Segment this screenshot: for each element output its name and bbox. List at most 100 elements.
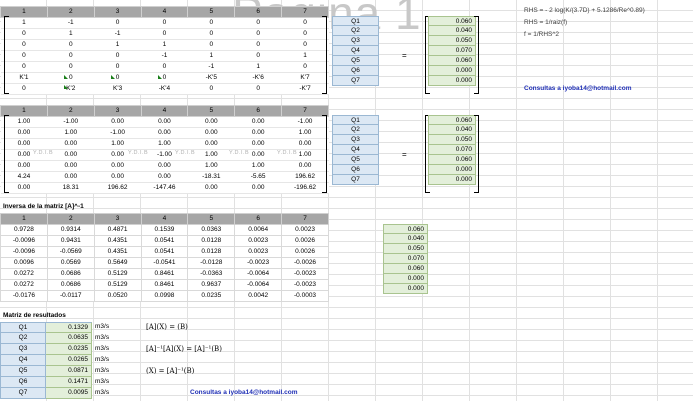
column-header[interactable]: 5: [187, 213, 236, 225]
column-header[interactable]: 3: [93, 213, 142, 225]
q-label-cell[interactable]: Q2: [332, 26, 379, 36]
result-q-label[interactable]: Q3: [0, 344, 46, 355]
column-header[interactable]: 4: [140, 213, 189, 225]
matrix-cell[interactable]: 0: [47, 50, 95, 62]
matrix-cell[interactable]: -147.46: [141, 182, 188, 194]
result-value[interactable]: 0.0265: [46, 355, 92, 366]
q-label-cell[interactable]: Q4: [332, 46, 379, 56]
result-value[interactable]: 0.1471: [46, 377, 92, 388]
matrix-cell[interactable]: 0: [234, 50, 282, 62]
rhs-value-cell[interactable]: 0.060: [383, 264, 428, 274]
q-label-cell[interactable]: Q1: [332, 115, 379, 125]
column-header[interactable]: 6: [234, 213, 283, 225]
result-unit[interactable]: m3/s: [92, 366, 135, 377]
q-label-cell[interactable]: Q7: [332, 76, 379, 86]
matrix-cell[interactable]: -0.0176: [0, 290, 48, 302]
result-q-label[interactable]: Q6: [0, 377, 46, 388]
matrix-cell[interactable]: 0.00: [47, 160, 95, 172]
matrix-cell[interactable]: 0: [47, 39, 95, 51]
matrix-cell[interactable]: 0: [141, 61, 188, 73]
matrix-cell[interactable]: -0.0026: [281, 257, 329, 269]
matrix-cell[interactable]: 1: [47, 28, 95, 40]
matrix-cell[interactable]: 0.00: [187, 182, 235, 194]
matrix-cell[interactable]: 1.00: [187, 160, 235, 172]
matrix-cell[interactable]: -0.0541: [140, 257, 189, 269]
result-q-label[interactable]: Q2: [0, 333, 46, 344]
result-unit[interactable]: m3/s: [92, 322, 135, 333]
matrix-cell[interactable]: 0: [94, 61, 142, 73]
q-label-cell[interactable]: Q6: [332, 165, 379, 175]
matrix-cell[interactable]: 0.00: [47, 138, 95, 150]
matrix-cell[interactable]: 0: [187, 39, 235, 51]
matrix-cell[interactable]: 0: [94, 50, 142, 62]
column-header[interactable]: 3: [93, 105, 142, 117]
matrix-cell[interactable]: 0.00: [234, 116, 282, 128]
matrix-cell[interactable]: -0.0064: [234, 279, 283, 291]
rhs-value-cell[interactable]: 0.060: [428, 16, 476, 26]
rhs-value-cell[interactable]: 0.060: [428, 155, 476, 165]
rhs-value-cell[interactable]: 0.050: [383, 244, 428, 254]
matrix-cell[interactable]: K'3: [94, 83, 142, 95]
matrix-cell[interactable]: 0.8461: [140, 268, 189, 280]
matrix-cell[interactable]: -1.00: [47, 116, 95, 128]
column-header[interactable]: 4: [140, 6, 189, 18]
matrix-cell[interactable]: 0.00: [141, 127, 188, 139]
matrix-cell[interactable]: -0.0003: [281, 290, 329, 302]
matrix-cell[interactable]: -K'6: [234, 72, 282, 84]
q-label-cell[interactable]: Q7: [332, 175, 379, 185]
matrix-cell[interactable]: 0: [187, 83, 235, 95]
matrix-cell[interactable]: 0.0569: [46, 257, 95, 269]
matrix-cell[interactable]: 0: [141, 17, 188, 29]
contact-link-bottom[interactable]: Consultas a iyoba14@hotmail.com: [190, 389, 297, 396]
matrix-cell[interactable]: 1.00: [234, 160, 282, 172]
matrix-cell[interactable]: 0.00: [187, 138, 235, 150]
matrix-cell[interactable]: 0: [234, 83, 282, 95]
matrix-cell[interactable]: 0.0042: [234, 290, 283, 302]
matrix-cell[interactable]: 0.0064: [234, 224, 283, 236]
matrix-cell[interactable]: 0: [141, 72, 188, 84]
matrix-cell[interactable]: 0.00: [187, 127, 235, 139]
matrix-cell[interactable]: 0.0686: [46, 268, 95, 280]
rhs-value-cell[interactable]: 0.060: [428, 56, 476, 66]
matrix-cell[interactable]: 0: [94, 17, 142, 29]
result-unit[interactable]: m3/s: [92, 333, 135, 344]
matrix-cell[interactable]: 0.0541: [140, 235, 189, 247]
rhs-value-cell[interactable]: 0.070: [383, 254, 428, 264]
matrix-cell[interactable]: 196.62: [94, 182, 142, 194]
matrix-cell[interactable]: -0.0023: [234, 257, 283, 269]
matrix-cell[interactable]: -1: [47, 17, 95, 29]
matrix-cell[interactable]: 18.31: [47, 182, 95, 194]
matrix-cell[interactable]: 0.0026: [281, 235, 329, 247]
matrix-cell[interactable]: 0.00: [234, 182, 282, 194]
matrix-cell[interactable]: 0.5129: [93, 268, 142, 280]
matrix-cell[interactable]: 0.0998: [140, 290, 189, 302]
matrix-cell[interactable]: 0: [47, 72, 95, 84]
rhs-value-cell[interactable]: 0.000: [428, 76, 476, 86]
matrix-cell[interactable]: 0.9637: [187, 279, 236, 291]
rhs-value-cell[interactable]: 0.070: [428, 46, 476, 56]
matrix-cell[interactable]: 0.00: [187, 116, 235, 128]
result-unit[interactable]: m3/s: [92, 388, 135, 399]
matrix-cell[interactable]: -0.0569: [46, 246, 95, 258]
matrix-cell[interactable]: 0.0686: [46, 279, 95, 291]
matrix-cell[interactable]: -0.0117: [46, 290, 95, 302]
matrix-cell[interactable]: 0.0096: [0, 257, 48, 269]
matrix-cell[interactable]: 1.00: [141, 138, 188, 150]
matrix-cell[interactable]: 0: [141, 28, 188, 40]
matrix-cell[interactable]: -1: [94, 28, 142, 40]
matrix-cell[interactable]: -0.0096: [0, 246, 48, 258]
matrix-cell[interactable]: -1: [141, 50, 188, 62]
matrix-cell[interactable]: 0.00: [234, 127, 282, 139]
column-header[interactable]: 6: [234, 105, 283, 117]
matrix-cell[interactable]: 0: [187, 17, 235, 29]
matrix-cell[interactable]: 0.0363: [187, 224, 236, 236]
matrix-cell[interactable]: -0.0096: [0, 235, 48, 247]
rhs-value-cell[interactable]: 0.050: [428, 135, 476, 145]
matrix-cell[interactable]: 0.0520: [93, 290, 142, 302]
result-q-label[interactable]: Q4: [0, 355, 46, 366]
matrix-cell[interactable]: 0.00: [94, 160, 142, 172]
q-label-cell[interactable]: Q4: [332, 145, 379, 155]
q-label-cell[interactable]: Q3: [332, 135, 379, 145]
result-unit[interactable]: m3/s: [92, 377, 135, 388]
matrix-cell[interactable]: -5.65: [234, 171, 282, 183]
